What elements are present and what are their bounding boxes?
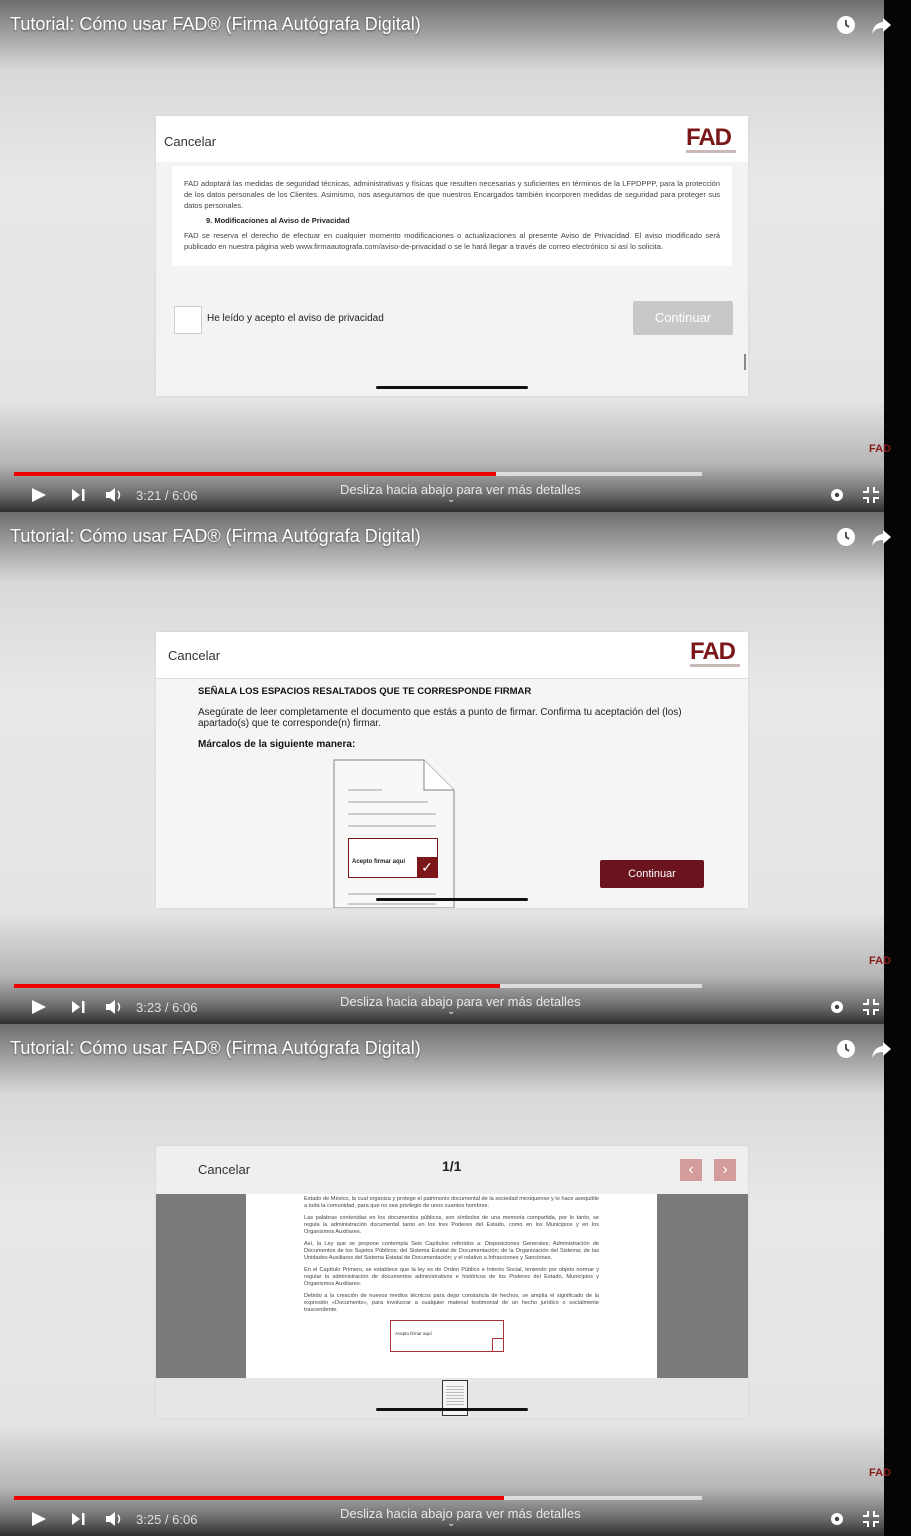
continue-button[interactable]: Continuar: [600, 860, 704, 888]
fad-logo: FAD: [686, 124, 736, 153]
accept-sign-box: Acepto firmar aquí ✓: [348, 838, 438, 878]
swipe-hint: Desliza hacia abajo para ver más detalle…: [340, 994, 581, 1009]
fad-watermark: FAD: [869, 443, 891, 455]
thumbnail-strip: [156, 1378, 748, 1418]
notice-paragraph: FAD se reserva el derecho de efectuar en…: [184, 231, 720, 251]
cancel-button[interactable]: Cancelar: [164, 134, 216, 149]
video-frame-1[interactable]: Tutorial: Cómo usar FAD® (Firma Autógraf…: [0, 0, 911, 512]
doc-paragraph: En el Capítulo Primero, se establece que…: [304, 1267, 599, 1287]
app-screen: Cancelar FAD SEÑALA LOS ESPACIOS RESALTA…: [156, 632, 748, 908]
app-header: Cancelar FAD: [156, 632, 748, 679]
fad-watermark: FAD: [869, 1467, 891, 1479]
app-screen: Cancelar FAD FAD adoptará las medidas de…: [156, 116, 748, 396]
time-display: 3:21 / 6:06: [136, 488, 198, 503]
doc-paragraph: Estado de México, la cual organiza y pro…: [304, 1196, 599, 1209]
doc-paragraph: Las palabras contenidas en los documento…: [304, 1215, 599, 1235]
mark-label: Márcalos de la siguiente manera:: [198, 739, 356, 750]
accept-label[interactable]: He leído y acepto el aviso de privacidad: [207, 313, 384, 324]
volume-icon[interactable]: [104, 994, 124, 1020]
scrollbar[interactable]: [744, 354, 746, 370]
time-display: 3:25 / 6:06: [136, 1512, 198, 1527]
exit-fullscreen-icon[interactable]: [862, 482, 880, 508]
play-icon[interactable]: [30, 994, 48, 1020]
letterbox: [884, 0, 911, 512]
sign-box-text: Acepto firmar aquí: [395, 1331, 432, 1336]
chevron-down-icon: ⌄: [447, 1006, 456, 1017]
sign-box[interactable]: Acepto firmar aquí: [390, 1320, 504, 1352]
chevron-right-icon: ›: [722, 1161, 728, 1178]
progress-bar[interactable]: [14, 1496, 702, 1500]
letterbox: [884, 512, 911, 1024]
doc-paragraph: Así, la Ley que se propone contempla Sei…: [304, 1241, 599, 1261]
swipe-hint: Desliza hacia abajo para ver más detalle…: [340, 482, 581, 497]
doc-paragraph: Debido a la creación de nuevos medios té…: [304, 1293, 599, 1313]
document-illustration: [333, 759, 455, 908]
chevron-down-icon: ⌄: [447, 1518, 456, 1529]
next-page-button[interactable]: ›: [714, 1159, 736, 1181]
next-icon[interactable]: [70, 482, 88, 508]
progress-played: [14, 1496, 504, 1500]
app-screen: Cancelar 1/1 ‹ › Estado de México, la cu…: [156, 1146, 748, 1418]
chevron-down-icon: ⌄: [447, 494, 456, 505]
progress-bar[interactable]: [14, 984, 702, 988]
check-icon: ✓: [417, 857, 437, 877]
video-frame-3[interactable]: Tutorial: Cómo usar FAD® (Firma Autógraf…: [0, 1024, 911, 1536]
cancel-button[interactable]: Cancelar: [168, 648, 220, 663]
notice-section-heading: 9. Modificaciones al Aviso de Privacidad: [206, 216, 350, 225]
prev-page-button[interactable]: ‹: [680, 1159, 702, 1181]
progress-played: [14, 984, 500, 988]
fad-logo: FAD: [690, 638, 740, 667]
cancel-button[interactable]: Cancelar: [198, 1162, 250, 1177]
share-icon[interactable]: [870, 14, 892, 36]
video-title[interactable]: Tutorial: Cómo usar FAD® (Firma Autógraf…: [10, 14, 421, 35]
fad-watermark: FAD: [869, 955, 891, 967]
page-indicator: 1/1: [442, 1158, 462, 1174]
instructions-heading: SEÑALA LOS ESPACIOS RESALTADOS QUE TE CO…: [198, 686, 532, 697]
progress-played: [14, 472, 496, 476]
clock-icon[interactable]: [835, 14, 857, 36]
gear-icon[interactable]: [828, 482, 846, 508]
video-title[interactable]: Tutorial: Cómo usar FAD® (Firma Autógraf…: [10, 526, 421, 547]
swipe-hint: Desliza hacia abajo para ver más detalle…: [340, 1506, 581, 1521]
gear-icon[interactable]: [828, 994, 846, 1020]
video-frame-2[interactable]: Tutorial: Cómo usar FAD® (Firma Autógraf…: [0, 512, 911, 1024]
gear-icon[interactable]: [828, 1506, 846, 1532]
next-icon[interactable]: [70, 1506, 88, 1532]
progress-bar[interactable]: [14, 472, 702, 476]
volume-icon[interactable]: [104, 1506, 124, 1532]
share-icon[interactable]: [870, 526, 892, 548]
clock-icon[interactable]: [835, 1038, 857, 1060]
chevron-left-icon: ‹: [688, 1161, 694, 1178]
next-icon[interactable]: [70, 994, 88, 1020]
play-icon[interactable]: [30, 1506, 48, 1532]
notice-paragraph: FAD adoptará las medidas de seguridad té…: [184, 179, 720, 210]
app-header: Cancelar 1/1 ‹ ›: [156, 1146, 748, 1194]
home-indicator: [376, 1408, 528, 1411]
document-page[interactable]: Estado de México, la cual organiza y pro…: [246, 1194, 657, 1378]
share-icon[interactable]: [870, 1038, 892, 1060]
volume-icon[interactable]: [104, 482, 124, 508]
video-title[interactable]: Tutorial: Cómo usar FAD® (Firma Autógraf…: [10, 1038, 421, 1059]
exit-fullscreen-icon[interactable]: [862, 994, 880, 1020]
letterbox: [884, 1024, 911, 1536]
play-icon[interactable]: [30, 482, 48, 508]
home-indicator: [376, 386, 528, 389]
clock-icon[interactable]: [835, 526, 857, 548]
instructions-body: Asegúrate de leer completamente el docum…: [198, 707, 682, 729]
accept-checkbox[interactable]: [174, 306, 202, 334]
continue-button[interactable]: Continuar: [633, 301, 733, 335]
app-header: Cancelar FAD: [156, 116, 748, 162]
accept-sign-text: Acepto firmar aquí: [352, 859, 406, 865]
exit-fullscreen-icon[interactable]: [862, 1506, 880, 1532]
time-display: 3:23 / 6:06: [136, 1000, 198, 1015]
home-indicator: [376, 898, 528, 901]
privacy-notice[interactable]: FAD adoptará las medidas de seguridad té…: [172, 166, 732, 266]
